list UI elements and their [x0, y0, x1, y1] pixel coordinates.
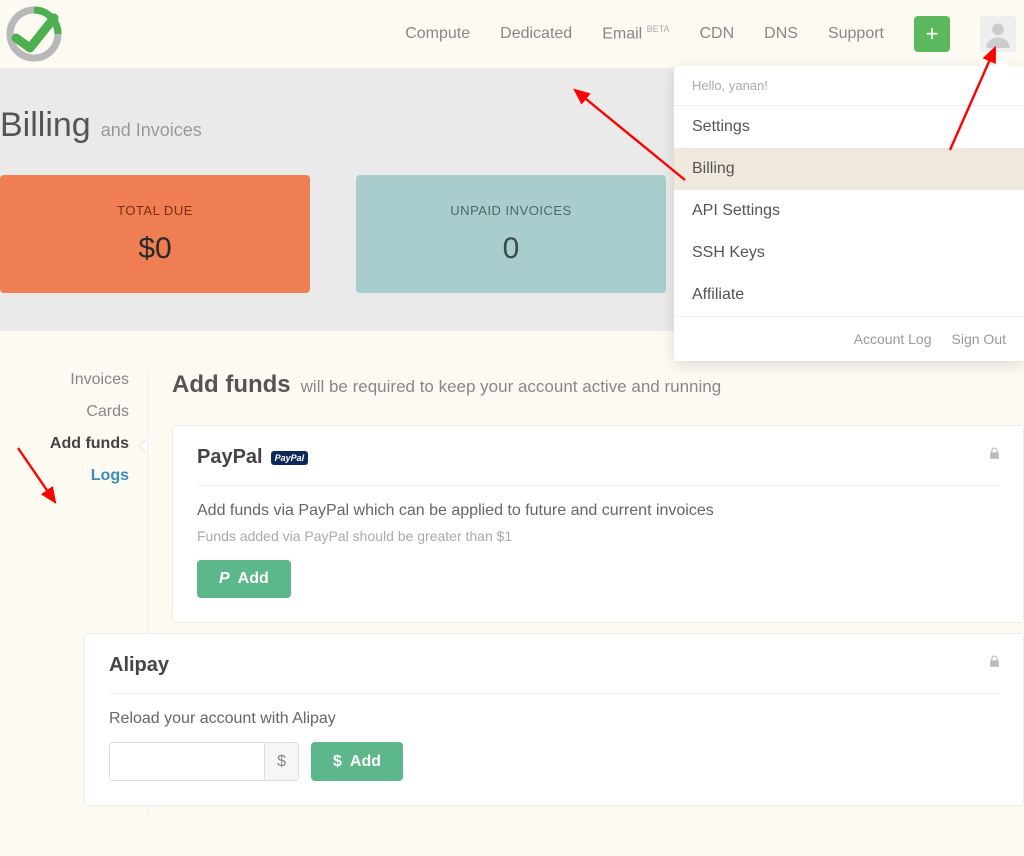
unpaid-invoices-label: UNPAID INVOICES — [450, 203, 571, 218]
add-button[interactable]: + — [914, 16, 950, 52]
nav-cdn[interactable]: CDN — [700, 25, 735, 43]
total-due-value: $0 — [138, 232, 171, 266]
dropdown-ssh-keys[interactable]: SSH Keys — [674, 232, 1024, 274]
paypal-add-button[interactable]: P Add — [197, 560, 291, 598]
content-title: Add funds — [172, 371, 291, 399]
dropdown-settings[interactable]: Settings — [674, 106, 1024, 148]
tab-cards[interactable]: Cards — [86, 403, 129, 421]
paypal-note: Funds added via PayPal should be greater… — [197, 528, 999, 544]
nav-dns[interactable]: DNS — [764, 25, 798, 43]
dropdown-sign-out[interactable]: Sign Out — [952, 331, 1006, 347]
unpaid-invoices-card[interactable]: UNPAID INVOICES 0 — [356, 175, 666, 293]
currency-suffix: $ — [264, 743, 298, 780]
dropdown-greeting: Hello, yanan! — [674, 66, 1024, 106]
header: Compute Dedicated Email BETA CDN DNS Sup… — [0, 0, 1024, 68]
paypal-badge-icon: PayPal — [271, 451, 309, 465]
dollar-icon: $ — [333, 753, 342, 771]
alipay-description: Reload your account with Alipay — [109, 710, 999, 728]
total-due-label: TOTAL DUE — [117, 203, 193, 218]
user-icon — [984, 20, 1012, 48]
content-subtitle: will be required to keep your account ac… — [301, 377, 722, 397]
tab-logs[interactable]: Logs — [91, 467, 129, 485]
total-due-card[interactable]: TOTAL DUE $0 — [0, 175, 310, 293]
alipay-amount-group: $ — [109, 742, 299, 781]
lock-icon — [988, 654, 1001, 672]
user-dropdown: Hello, yanan! Settings Billing API Setti… — [674, 66, 1024, 361]
alipay-heading: Alipay — [109, 654, 999, 677]
nav-email-label: Email — [602, 26, 642, 43]
beta-badge: BETA — [647, 24, 670, 34]
lock-icon — [988, 446, 1001, 464]
tab-add-funds[interactable]: Add funds — [50, 435, 129, 453]
dropdown-api-settings[interactable]: API Settings — [674, 190, 1024, 232]
tab-invoices[interactable]: Invoices — [70, 371, 129, 389]
nav-support[interactable]: Support — [828, 25, 884, 43]
dropdown-billing[interactable]: Billing — [674, 148, 1024, 190]
dropdown-affiliate[interactable]: Affiliate — [674, 274, 1024, 316]
paypal-panel: PayPal PayPal Add funds via PayPal which… — [172, 425, 1024, 623]
nav-dedicated[interactable]: Dedicated — [500, 25, 572, 43]
alipay-amount-input[interactable] — [110, 743, 264, 780]
main-content: Invoices Cards Add funds Logs Add funds … — [0, 331, 1024, 856]
alipay-add-label: Add — [350, 753, 381, 771]
paypal-icon: P — [219, 570, 230, 588]
unpaid-invoices-value: 0 — [503, 232, 520, 266]
nav-email[interactable]: Email BETA — [602, 24, 669, 43]
paypal-heading: PayPal — [197, 446, 263, 469]
paypal-add-label: Add — [238, 570, 269, 588]
page-subtitle: and Invoices — [101, 120, 202, 141]
alipay-panel: Alipay Reload your account with Alipay $… — [84, 633, 1024, 806]
page-title: Billing — [0, 106, 91, 145]
alipay-add-button[interactable]: $ Add — [311, 742, 403, 781]
avatar[interactable] — [980, 16, 1016, 52]
logo — [4, 4, 64, 64]
paypal-description: Add funds via PayPal which can be applie… — [197, 502, 999, 520]
nav-compute[interactable]: Compute — [405, 25, 470, 43]
dropdown-account-log[interactable]: Account Log — [854, 331, 932, 347]
